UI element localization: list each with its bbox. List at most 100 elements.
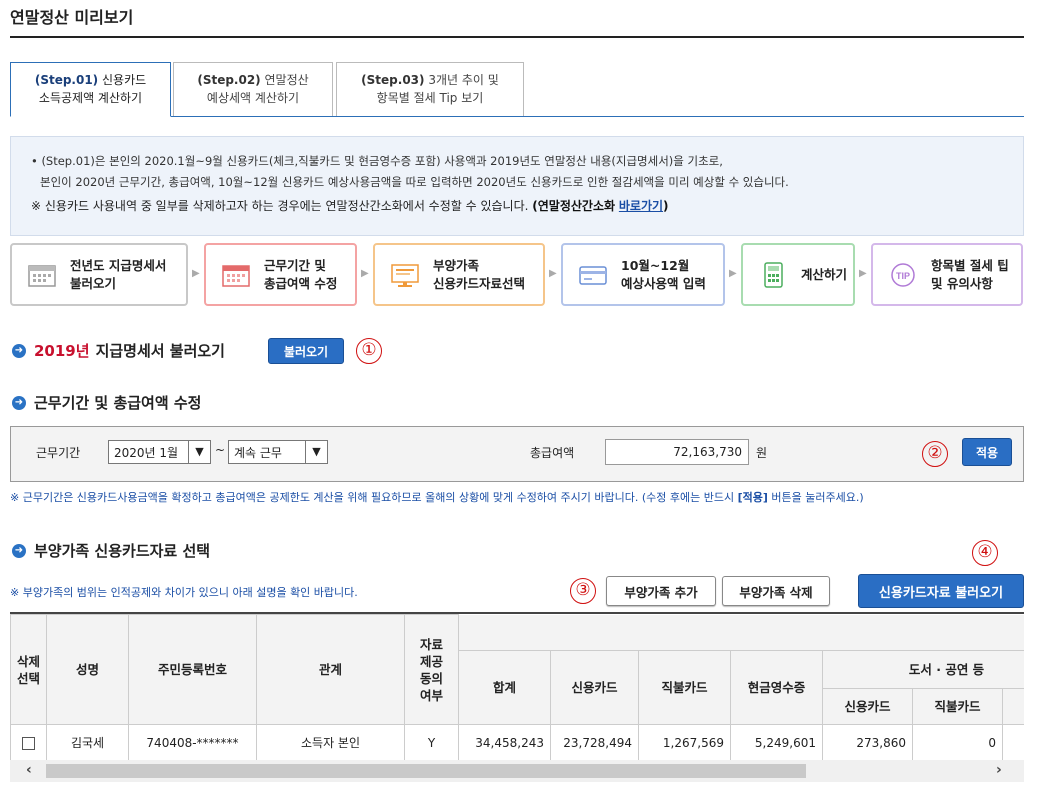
col-rrn: 주민등록번호	[128, 614, 257, 725]
step-label: 10월~12월	[621, 257, 690, 273]
cell-debit: 1,267,569	[638, 724, 731, 760]
tab-step-label: (Step.01)	[34, 73, 99, 87]
add-dependent-button[interactable]: 부양가족 추가	[606, 576, 716, 606]
step-label: 전년도 지급명세서	[70, 257, 167, 273]
tab-step-01[interactable]: (Step.01) 신용카드 소득공제액 계산하기	[10, 62, 171, 117]
step-expected-usage: 10월~12월예상사용액 입력	[561, 243, 725, 306]
cell-name: 김국세	[46, 724, 129, 760]
cell-consent: Y	[404, 724, 459, 760]
cell-rrn: 740408-*******	[128, 724, 257, 760]
section-dependent-card-heading: ➜ 부양가족 신용카드자료 선택	[12, 540, 210, 561]
marker-4: ④	[972, 540, 998, 566]
tab-label: 3개년 추이 및	[428, 73, 499, 87]
page-title: 연말정산 미리보기	[10, 8, 134, 27]
step-label: 항목별 절세 팁	[931, 257, 1009, 273]
col-delete-select: 삭제 선택	[10, 614, 47, 725]
period-tilde: ~	[215, 443, 226, 457]
svg-text:TIP: TIP	[896, 271, 910, 281]
cell-books-debit: 0	[912, 724, 1003, 760]
step-label: 및 유의사항	[931, 275, 993, 291]
step-label: 불러오기	[70, 275, 117, 291]
step-arrow-icon: ▶	[729, 268, 737, 279]
step-label: 예상사용액 입력	[621, 275, 706, 291]
card-icon	[579, 265, 607, 285]
period-from-value: 2020년 1월	[114, 445, 179, 460]
info-line: 본인이 2020년 근무기간, 총급여액, 10월~12월 신용카드 예상사용금…	[40, 175, 789, 189]
load-card-data-button[interactable]: 신용카드자료 불러오기	[858, 574, 1024, 608]
section-year: 2019년	[34, 342, 90, 360]
period-to-select[interactable]: 계속 근무 ▼	[228, 440, 328, 464]
tab-underline	[171, 116, 1024, 117]
apply-button[interactable]: 적용	[962, 438, 1012, 466]
row-checkbox[interactable]	[22, 736, 35, 750]
tab-step-03[interactable]: (Step.03) 3개년 추이 및 항목별 절세 Tip 보기	[336, 62, 524, 117]
info-note-bold: (연말정산간소화	[532, 199, 616, 213]
tab-step-02[interactable]: (Step.02) 연말정산 예상세액 계산하기	[173, 62, 333, 117]
shortcut-link[interactable]: 바로가기	[619, 199, 663, 213]
col-books-group: 도서 · 공연 등	[821, 650, 1024, 689]
period-note-end: 버튼을 눌러주세요.)	[771, 491, 864, 504]
dependent-note: ※ 부양가족의 범위는 인적공제와 차이가 있으니 아래 설명을 확인 바랍니다…	[10, 586, 358, 599]
title-divider	[10, 36, 1024, 38]
section-bullet-icon: ➜	[12, 343, 26, 358]
chevron-down-icon: ▼	[305, 441, 327, 463]
step-arrow-icon: ▶	[549, 268, 557, 279]
col-books-debit: 직불카드	[912, 688, 1003, 725]
col-total: 합계	[458, 650, 551, 725]
col-debit: 직불카드	[638, 650, 731, 725]
period-note-text: ※ 근무기간은 신용카드사용금액을 확정하고 총급여액은 공제한도 계산을 위해…	[10, 491, 735, 504]
col-relation: 관계	[256, 614, 405, 725]
tab-label: 항목별 절세 Tip 보기	[376, 91, 484, 105]
monitor-icon	[391, 263, 419, 287]
info-box: • (Step.01)은 본인의 2020.1월~9월 신용카드(체크,직불카드…	[10, 136, 1024, 236]
salary-label: 총급여액	[530, 446, 575, 460]
marker-3: ③	[570, 578, 596, 604]
step-arrow-icon: ▶	[361, 268, 369, 279]
dependent-card-table: 삭제 선택 성명 주민등록번호 관계 자료 제공 동의 여부 합계 신용카드 직…	[10, 612, 1024, 760]
delete-dependent-button[interactable]: 부양가족 삭제	[722, 576, 830, 606]
cell-relation: 소득자 본인	[256, 724, 405, 760]
section-title: 지급명세서 불러오기	[95, 342, 225, 360]
section-bullet-icon: ➜	[12, 543, 26, 558]
tip-icon: TIP	[891, 262, 915, 287]
step-tax-tips: TIP 항목별 절세 팁및 유의사항	[871, 243, 1023, 306]
salary-input[interactable]: 72,163,730	[605, 439, 749, 465]
header-spacer	[458, 614, 1024, 651]
section-load-statement-heading: ➜ 2019년 지급명세서 불러오기	[12, 340, 225, 361]
cell-books-cash	[1001, 724, 1024, 760]
step-calculate: 계산하기	[741, 243, 855, 306]
step-dependent-card: 부양가족신용카드자료선택	[373, 243, 545, 306]
load-statement-button[interactable]: 불러오기	[268, 338, 344, 364]
step-period-salary: 근무기간 및 총급여액 수정	[204, 243, 357, 306]
info-line: • (Step.01)은 본인의 2020.1월~9월 신용카드(체크,직불카드…	[31, 154, 723, 168]
step-arrow-icon: ▶	[192, 268, 200, 279]
info-note-end: )	[663, 199, 669, 213]
step-label: 부양가족	[433, 257, 480, 273]
cell-credit: 23,728,494	[550, 724, 639, 760]
tab-label: 신용카드	[102, 73, 147, 87]
scrollbar-thumb[interactable]	[46, 764, 806, 778]
marker-1: ①	[356, 338, 382, 364]
period-from-select[interactable]: 2020년 1월 ▼	[108, 440, 211, 464]
scroll-left-icon[interactable]: ‹	[26, 762, 32, 778]
info-note-text: ※ 신용카드 사용내역 중 일부를 삭제하고자 하는 경우에는 연말정산간소화에…	[31, 199, 529, 213]
calculator-icon	[764, 261, 783, 288]
tab-label: 소득공제액 계산하기	[38, 91, 143, 105]
period-note-bold: [적용]	[737, 491, 768, 504]
step-label: 신용카드자료선택	[433, 275, 526, 291]
salary-unit: 원	[756, 446, 768, 460]
period-note: ※ 근무기간은 신용카드사용금액을 확정하고 총급여액은 공제한도 계산을 위해…	[10, 489, 864, 505]
step-label: 근무기간 및	[264, 257, 326, 273]
table-row: 김국세 740408-******* 소득자 본인 Y 34,458,243 2…	[10, 724, 1024, 760]
col-cash: 현금영수증	[730, 650, 823, 725]
section-title: 부양가족 신용카드자료 선택	[34, 542, 211, 560]
scroll-right-icon[interactable]: ›	[996, 762, 1002, 778]
col-credit: 신용카드	[550, 650, 639, 725]
col-consent: 자료 제공 동의 여부	[404, 614, 459, 725]
cell-total: 34,458,243	[458, 724, 551, 760]
step-label: 계산하기	[801, 266, 848, 282]
calendar-icon	[28, 264, 56, 287]
row-checkbox-cell	[10, 724, 47, 760]
section-period-salary-heading: ➜ 근무기간 및 총급여액 수정	[12, 392, 201, 413]
cell-books-credit: 273,860	[822, 724, 913, 760]
